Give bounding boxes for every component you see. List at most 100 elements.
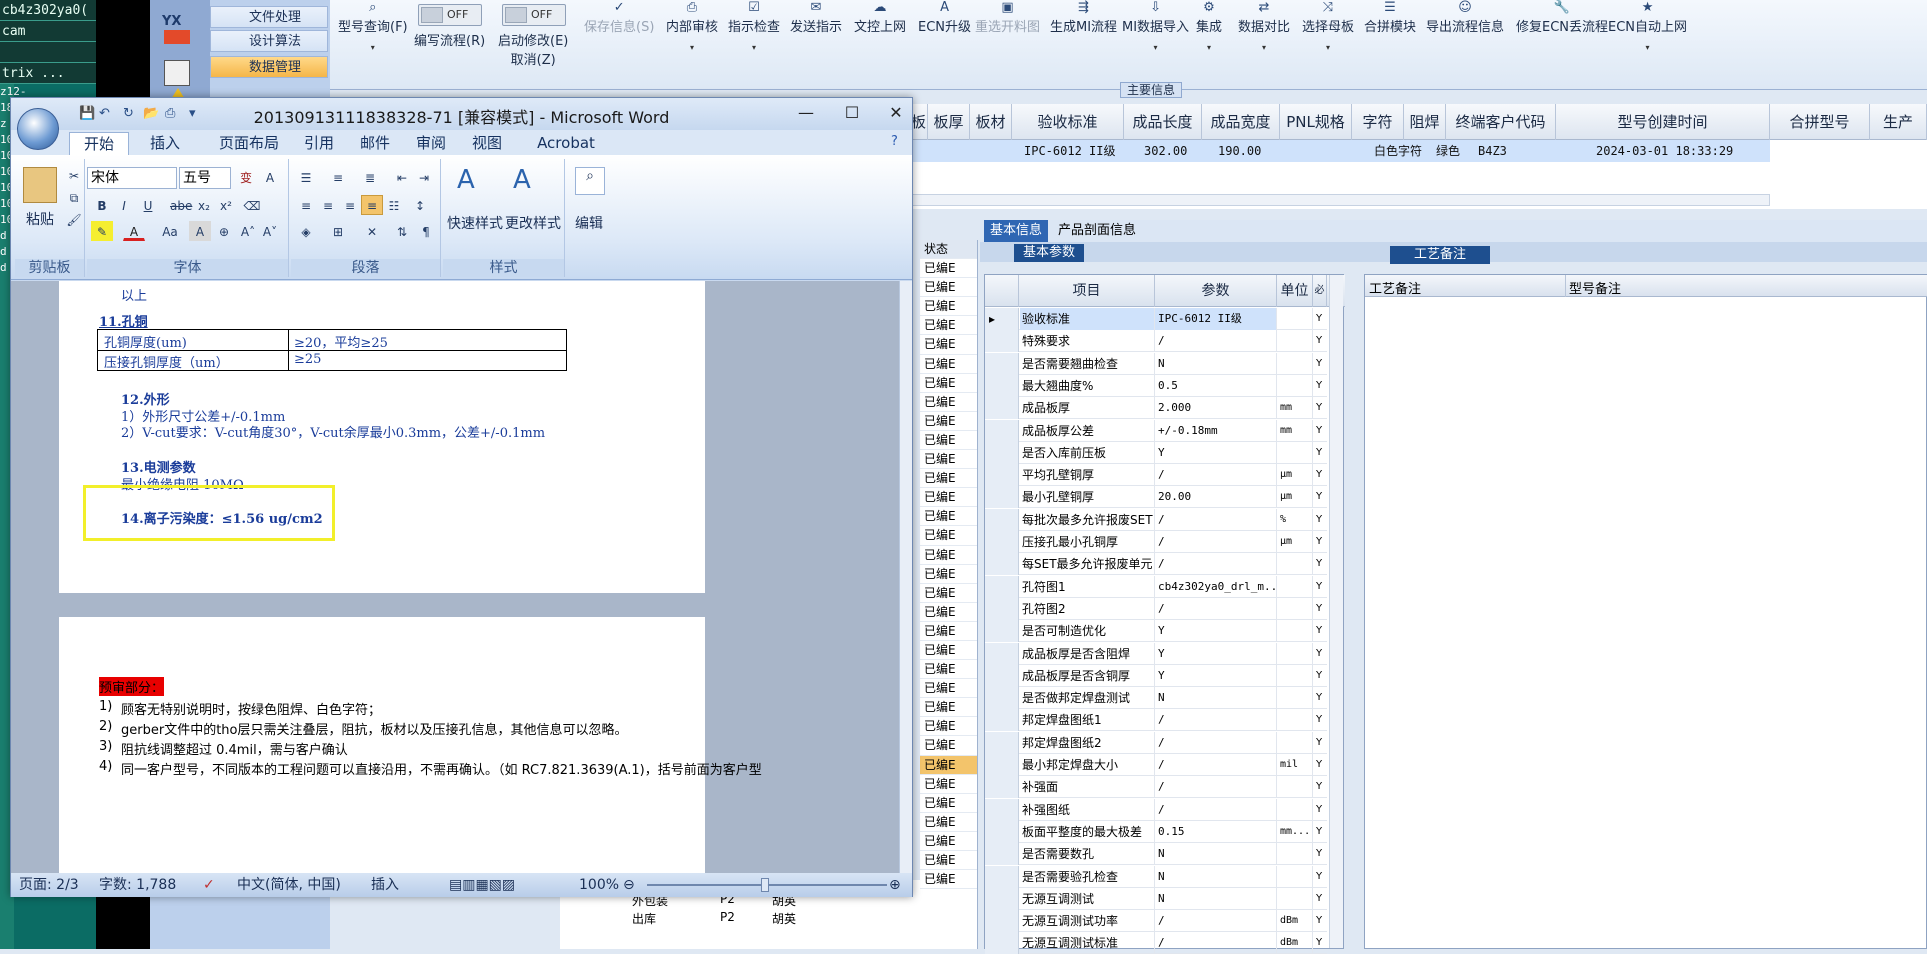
column-header[interactable]: 工艺备注 [1369,278,1421,297]
underline-icon[interactable]: U [137,195,159,215]
open-icon[interactable]: 📂 [143,106,159,121]
parameter-row[interactable]: 最小孔壁铜厚 20.00 μm Y [985,486,1327,509]
column-header[interactable]: 成品长度 [1124,104,1202,140]
paste-button[interactable]: 粘贴 [15,209,65,229]
undo-icon[interactable]: ↶ [99,106,110,121]
tab-home[interactable]: 开始 [69,132,129,155]
bold-icon[interactable]: B [91,195,113,215]
parameter-row[interactable]: 是否入库前压板 Y Y [985,441,1327,464]
change-style-icon[interactable]: A [513,165,531,195]
parameter-row[interactable]: 是否需要数孔 N Y [985,843,1327,866]
column-header[interactable]: 终端客户代码 [1446,104,1556,140]
strikethrough-icon[interactable]: abe [169,195,192,215]
status-cell[interactable]: 已编E [920,679,977,699]
status-cell[interactable]: 已编E [920,374,977,393]
status-cell[interactable]: 已编E [920,851,977,871]
align-left-icon[interactable]: ≡ [295,195,317,215]
zoom-in-icon[interactable]: ⊕ [889,873,901,897]
data-compare-button[interactable]: ⇄ 数据对比 ▾ [1238,0,1290,52]
column-header[interactable]: 参数 [1155,275,1277,307]
status-cell[interactable]: 已编E [920,297,977,317]
distribute-icon[interactable]: ☷ [383,195,405,215]
write-flow-toggle[interactable]: OFF [418,4,482,26]
yx-logo-icon[interactable]: YX [162,14,181,29]
clear-format-icon[interactable]: ⌫ [241,195,263,215]
status-cell[interactable]: 已编E [920,717,977,737]
status-cell[interactable]: 已编E [920,412,977,431]
maximize-icon[interactable]: ☐ [837,102,867,124]
status-header[interactable]: 状态 [920,240,977,260]
column-header[interactable]: 生产 [1870,104,1927,140]
ecn-upgrade-button[interactable]: A ECN升级 [918,0,971,35]
parameter-row[interactable]: 是否可制造优化 Y Y [985,620,1327,643]
column-header[interactable]: 阻焊 [1404,104,1446,140]
tab-mailings[interactable]: 邮件 [355,132,395,155]
italic-icon[interactable]: I [113,195,135,215]
parameter-row[interactable]: 邦定焊盘图纸2/ Y [985,731,1327,754]
select-motherboard-button[interactable]: ⤨ 选择母板 ▾ [1302,0,1354,52]
tab-page-layout[interactable]: 页面布局 [209,132,289,155]
status-cell[interactable]: 已编E [920,660,977,680]
tab-basic-info[interactable]: 基本信息 [984,220,1049,242]
language[interactable]: 中文(简体, 中国) [237,873,341,897]
vertical-scrollbar[interactable] [899,281,912,873]
parameter-row[interactable]: 孔符图1 cb4z302ya0_drl_m... Y [985,575,1327,598]
insert-mode[interactable]: 插入 [371,873,399,897]
column-header[interactable]: 成品宽度 [1202,104,1280,140]
parameter-row[interactable]: 是否做邦定焊盘测试 N Y [985,687,1327,710]
nav-item-data-management[interactable]: 数据管理 [210,56,328,78]
change-style-button[interactable]: 更改样式 [503,213,563,233]
parameter-row[interactable]: 无源互调测试标准 / dBm Y [985,932,1327,954]
tab-process-notes[interactable]: 工艺备注 [1390,246,1490,264]
cut-icon[interactable]: ✂ [63,165,85,185]
status-cell[interactable]: 已编E [920,832,977,851]
copy-icon[interactable]: ⧉ [63,187,85,207]
column-header[interactable]: 项目 [1019,275,1155,307]
copy-thickness-table[interactable]: 孔铜厚度(um) ≥20，平均≥25 压接孔铜厚度（um） ≥25 [97,329,567,371]
find-icon[interactable]: ⌕ [575,167,605,195]
column-header[interactable]: 验收标准 [1012,104,1124,140]
save-icon[interactable]: 💾 [79,106,95,121]
show-marks-icon[interactable]: ¶ [415,221,437,241]
zoom-level[interactable]: 100% [579,873,619,897]
shrink-font-icon[interactable]: A˅ [259,221,281,241]
instruction-check-button[interactable]: ☑ 指示检查 ▾ [728,0,780,52]
multilevel-list-icon[interactable]: ≣ [359,167,381,187]
shading-icon[interactable]: ◈ [295,221,317,241]
increase-indent-icon[interactable]: ⇥ [413,167,435,187]
quick-style-button[interactable]: 快速样式 [445,213,505,233]
start-modify-toggle[interactable]: OFF [502,4,566,26]
zoom-out-icon[interactable]: ⊖ [623,873,635,897]
parameter-row[interactable]: 成品板厚 2.000 mm Y [985,397,1327,420]
decrease-indent-icon[interactable]: ⇤ [391,167,413,187]
tab-review[interactable]: 审阅 [411,132,451,155]
bullets-icon[interactable]: ☰ [295,167,317,187]
column-header[interactable]: 型号备注 [1569,278,1621,297]
column-header[interactable]: 板厚 [928,104,970,140]
merge-module-button[interactable]: ☰ 合拼模块 [1364,0,1416,35]
parameter-row[interactable]: 成品板厚是否含阻焊 Y Y [985,642,1327,665]
status-cell[interactable]: 已编E [920,450,977,470]
parameter-row[interactable]: 压接孔最小孔铜厚 / μm Y [985,531,1327,553]
edit-button[interactable]: 编辑 [567,213,611,233]
generate-mi-flow-button[interactable]: ⇶ 生成MI流程 [1050,0,1117,35]
column-header[interactable]: PNL规格 [1280,104,1352,140]
status-cell[interactable]: 已编E [920,622,977,641]
status-cell[interactable]: 已编E [920,641,977,661]
status-cell[interactable]: 已编E [920,431,977,451]
status-cell[interactable]: 已编E [920,507,977,527]
align-center-icon[interactable]: ≡ [317,195,339,215]
help-icon[interactable]: ? [891,134,898,149]
nav-item-design-algorithm[interactable]: 设计算法 [210,30,328,52]
status-cell[interactable]: 已编E [920,393,977,412]
tab-basic-params[interactable]: 基本参数 [1014,244,1084,262]
tab-references[interactable]: 引用 [299,132,339,155]
column-header[interactable]: 型号创建时间 [1556,104,1770,140]
quick-style-icon[interactable]: A [457,165,475,195]
parameter-row[interactable]: 无源互调测试功率 / dBm Y [985,910,1327,933]
parameter-row[interactable]: 是否需要验孔检查 N Y [985,865,1327,888]
status-cell[interactable]: 已编E [920,335,977,355]
numbering-icon[interactable]: ≡ [327,167,349,187]
internal-review-button[interactable]: ⎙ 内部审核 ▾ [666,0,718,52]
status-cell[interactable]: 已编E [920,565,977,584]
